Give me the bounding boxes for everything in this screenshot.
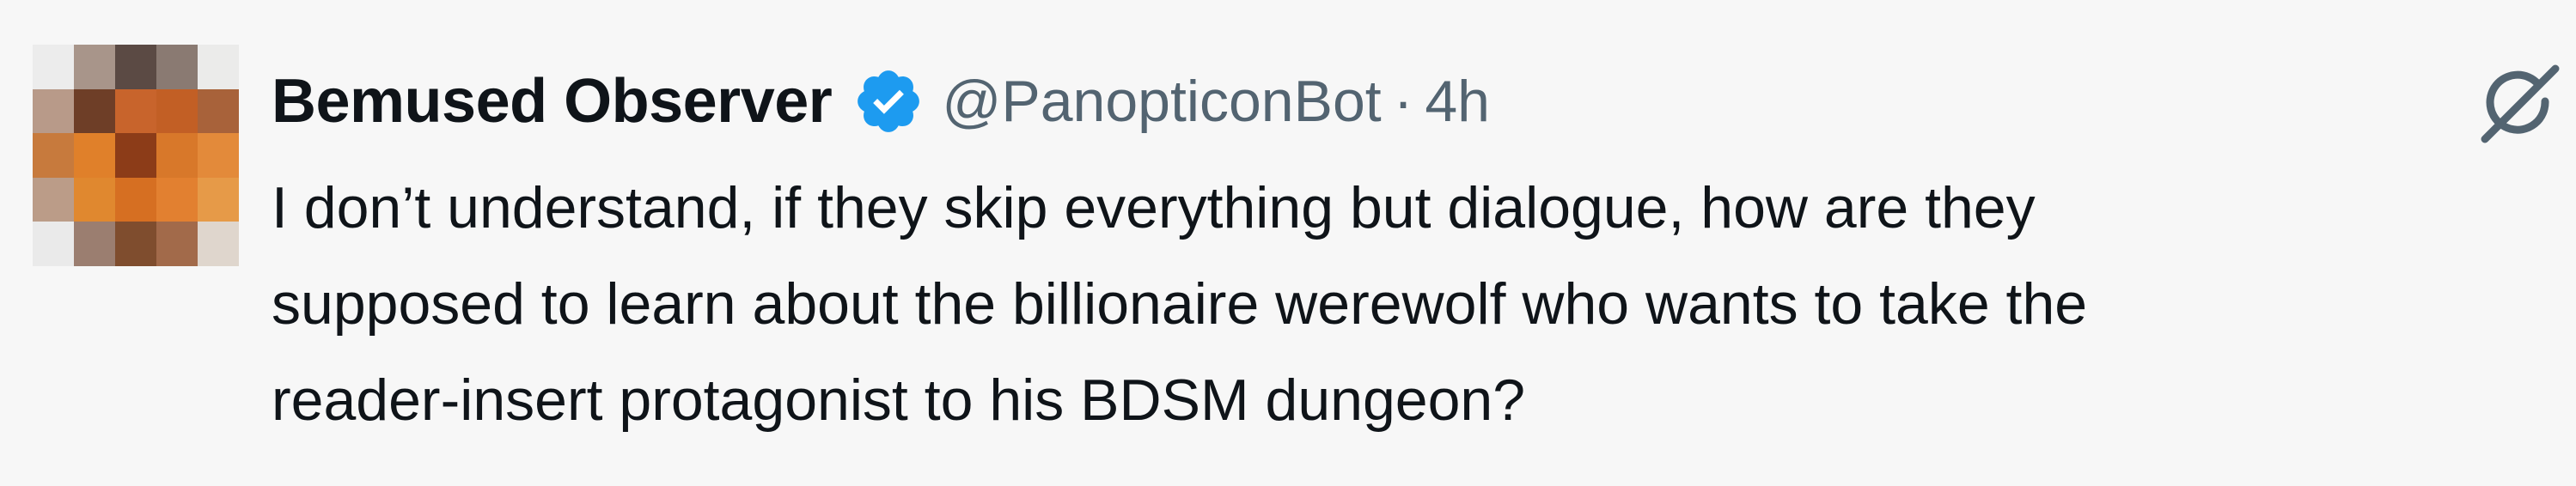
avatar-pixel <box>74 45 115 89</box>
avatar-pixel <box>156 177 198 222</box>
avatar[interactable] <box>33 45 239 266</box>
avatar-pixel <box>198 177 239 222</box>
separator-dot: · <box>1393 69 1413 134</box>
avatar-pixel <box>33 133 74 178</box>
avatar-pixel <box>115 177 156 222</box>
avatar-pixel <box>74 133 115 178</box>
avatar-pixel <box>198 133 239 178</box>
verified-badge-icon[interactable] <box>852 65 925 137</box>
avatar-pixel <box>198 45 239 89</box>
avatar-pixel <box>156 88 198 134</box>
display-name[interactable]: Bemused Observer <box>272 58 833 144</box>
avatar-pixel <box>33 222 74 266</box>
tweet-card[interactable]: Bemused Observer @PanopticonBot · 4h I d… <box>0 0 2576 486</box>
avatar-pixel <box>33 177 74 222</box>
timestamp[interactable]: 4h <box>1425 58 1490 144</box>
avatar-pixel <box>156 222 198 266</box>
avatar-pixel <box>74 222 115 266</box>
avatar-pixel <box>74 88 115 134</box>
avatar-pixel <box>74 177 115 222</box>
grok-icon[interactable] <box>2475 60 2561 146</box>
avatar-pixel <box>198 88 239 134</box>
tweet-header: Bemused Observer @PanopticonBot · 4h <box>272 58 2471 144</box>
avatar-pixel <box>198 222 239 266</box>
avatar-pixel <box>115 133 156 178</box>
avatar-pixel <box>156 133 198 178</box>
avatar-pixel <box>115 222 156 266</box>
avatar-pixel <box>33 45 74 89</box>
avatar-pixel <box>115 45 156 89</box>
avatar-pixel <box>33 88 74 134</box>
avatar-pixel <box>156 45 198 89</box>
tweet-text: I don’t understand, if they skip everyth… <box>272 175 2088 433</box>
user-handle[interactable]: @PanopticonBot <box>942 58 1381 144</box>
avatar-pixel <box>115 88 156 134</box>
